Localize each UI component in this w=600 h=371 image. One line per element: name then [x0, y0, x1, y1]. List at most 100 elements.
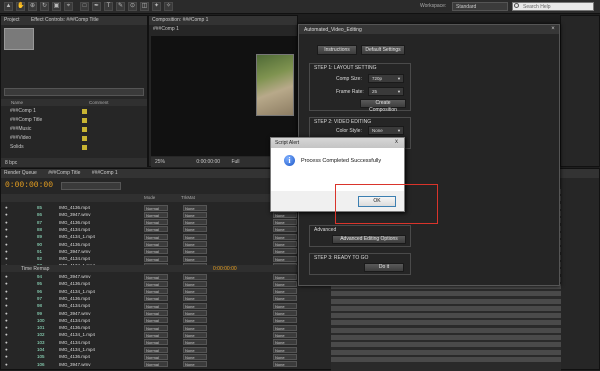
layer-parent-select[interactable]: None: [273, 241, 297, 247]
tab-composition[interactable]: Composition: ###Comp 1: [152, 17, 208, 23]
table-row[interactable]: ● 97 IMG_4136.mp4 Normal None None: [1, 295, 331, 302]
visibility-eye-icon[interactable]: ●: [5, 289, 8, 294]
table-row[interactable]: ● 95 IMG_4136.mp4 Normal None None: [1, 280, 331, 287]
layer-trkmat-select[interactable]: None: [183, 317, 207, 324]
close-icon[interactable]: ×: [549, 26, 557, 33]
layer-mode-select[interactable]: Normal: [144, 219, 168, 226]
column-trkmat[interactable]: TrkMat: [181, 195, 195, 200]
project-search-input[interactable]: [4, 88, 144, 96]
layer-duration-bar[interactable]: [331, 305, 561, 311]
layer-trkmat-select[interactable]: None: [183, 226, 207, 233]
visibility-eye-icon[interactable]: ●: [5, 249, 8, 254]
comp-size-select[interactable]: 720p ▼: [368, 74, 404, 83]
layer-parent-select[interactable]: None: [273, 346, 297, 353]
layer-parent-select[interactable]: None: [273, 211, 297, 218]
create-composition-button[interactable]: Create Composition: [360, 99, 406, 113]
layer-parent-select[interactable]: None: [273, 273, 297, 280]
type-tool-icon[interactable]: T: [104, 2, 113, 11]
layer-duration-bar[interactable]: [331, 335, 561, 340]
layer-parent-select[interactable]: None: [273, 280, 297, 287]
layer-trkmat-select[interactable]: None: [183, 346, 207, 353]
layer-mode-select[interactable]: Normal: [144, 211, 168, 218]
rectangle-tool-icon[interactable]: □: [80, 2, 89, 11]
instructions-button[interactable]: Instructions: [317, 45, 357, 55]
color-style-select[interactable]: None ▼: [368, 126, 404, 135]
eraser-tool-icon[interactable]: ◫: [140, 2, 149, 11]
timeline-timecode[interactable]: 0:00:00:00: [5, 181, 53, 190]
layer-trkmat-select[interactable]: None: [183, 219, 207, 226]
layer-trkmat-select[interactable]: None: [183, 331, 207, 338]
layer-duration-bar[interactable]: [331, 349, 561, 355]
layer-duration-bar[interactable]: [331, 327, 561, 333]
layer-parent-select[interactable]: None: [273, 233, 297, 240]
search-help-input[interactable]: Search Help: [512, 2, 594, 11]
layer-parent-select[interactable]: None: [273, 255, 297, 262]
layer-trkmat-select[interactable]: None: [183, 233, 207, 240]
visibility-eye-icon[interactable]: ●: [5, 242, 8, 247]
layer-mode-select[interactable]: Normal: [144, 331, 168, 338]
layer-duration-bar[interactable]: [331, 298, 561, 304]
table-row[interactable]: ● 101 IMG_4136.mp4 Normal None None: [1, 324, 331, 331]
roto-brush-tool-icon[interactable]: ✦: [152, 2, 161, 11]
layer-duration-bar[interactable]: [331, 291, 561, 297]
table-row[interactable]: ● 102 IMG_4134_1.mp4 Normal None None: [1, 331, 331, 338]
clone-stamp-tool-icon[interactable]: ⊙: [128, 2, 137, 11]
layer-parent-select[interactable]: None: [273, 331, 297, 338]
project-item[interactable]: ###Music: [1, 125, 147, 134]
layer-mode-select[interactable]: Normal: [144, 233, 168, 240]
layer-parent-select[interactable]: None: [273, 302, 297, 309]
zoom-tool-icon[interactable]: ⊕: [28, 2, 37, 11]
layer-mode-select[interactable]: Normal: [144, 273, 168, 280]
visibility-eye-icon[interactable]: ●: [5, 311, 8, 316]
project-item[interactable]: ###Comp Title: [1, 116, 147, 125]
project-item[interactable]: ###Comp 1: [1, 107, 147, 116]
table-row[interactable]: ● 98 IMG_4134.mp4 Normal None None: [1, 302, 331, 309]
layer-mode-select[interactable]: Normal: [144, 280, 168, 287]
column-mode[interactable]: Mode: [144, 195, 155, 200]
tab-effect-controls[interactable]: Effect Controls: ###Comp Title: [31, 17, 99, 23]
layer-parent-select[interactable]: None: [273, 310, 297, 316]
visibility-eye-icon[interactable]: ●: [5, 303, 8, 308]
layer-parent-select[interactable]: None: [273, 339, 297, 346]
layer-trkmat-select[interactable]: None: [183, 211, 207, 218]
table-row[interactable]: ● 100 IMG_4134.mp4 Normal None None: [1, 317, 331, 324]
layer-trkmat-select[interactable]: None: [183, 280, 207, 287]
column-name[interactable]: Name: [11, 100, 23, 105]
layer-trkmat-select[interactable]: None: [183, 353, 207, 360]
layer-duration-bar[interactable]: [331, 313, 561, 319]
layer-mode-select[interactable]: Normal: [144, 353, 168, 360]
layer-mode-select[interactable]: Normal: [144, 204, 168, 211]
tab-project[interactable]: Project: [4, 17, 20, 23]
layer-mode-select[interactable]: Normal: [144, 302, 168, 309]
puppet-tool-icon[interactable]: ✧: [164, 2, 173, 11]
layer-trkmat-select[interactable]: None: [183, 302, 207, 309]
timeline-search-input[interactable]: [61, 182, 121, 190]
layer-mode-select[interactable]: Normal: [144, 317, 168, 324]
visibility-eye-icon[interactable]: ●: [5, 205, 8, 210]
pen-tool-icon[interactable]: ✒: [92, 2, 101, 11]
layer-mode-select[interactable]: Normal: [144, 288, 168, 295]
layer-trkmat-select[interactable]: None: [183, 339, 207, 346]
layer-trkmat-select[interactable]: None: [183, 273, 207, 280]
visibility-eye-icon[interactable]: ●: [5, 220, 8, 225]
layer-trkmat-select[interactable]: None: [183, 248, 207, 255]
table-row[interactable]: ● 89 IMG_4134_1.mp4 Normal None None: [1, 233, 331, 240]
table-row[interactable]: ● 90 IMG_4136.mp4 Normal None None: [1, 241, 331, 248]
layer-trkmat-select[interactable]: None: [183, 255, 207, 262]
tab-comp-1[interactable]: ###Comp 1: [92, 170, 118, 176]
table-row[interactable]: ● 103 IMG_4134.mp4 Normal None None: [1, 339, 331, 346]
visibility-eye-icon[interactable]: ●: [5, 234, 8, 239]
advanced-editing-options-button[interactable]: Advanced Editing Options: [332, 235, 406, 244]
layer-parent-select[interactable]: None: [273, 353, 297, 360]
layer-parent-select[interactable]: None: [273, 288, 297, 295]
layer-mode-select[interactable]: Normal: [144, 346, 168, 353]
project-item[interactable]: ###Video: [1, 134, 147, 143]
tab-comp-title[interactable]: ###Comp Title: [48, 170, 80, 176]
comp-subtab[interactable]: ###Comp 1: [153, 26, 179, 32]
layer-parent-select[interactable]: None: [273, 324, 297, 331]
layer-mode-select[interactable]: Normal: [144, 226, 168, 233]
table-row[interactable]: ● 105 IMG_4136.mp4 Normal None None: [1, 353, 331, 360]
layer-trkmat-select[interactable]: None: [183, 204, 207, 211]
layer-mode-select[interactable]: Normal: [144, 324, 168, 331]
table-row[interactable]: ● 91 IMG_3947.wmv Normal None None: [1, 248, 331, 255]
